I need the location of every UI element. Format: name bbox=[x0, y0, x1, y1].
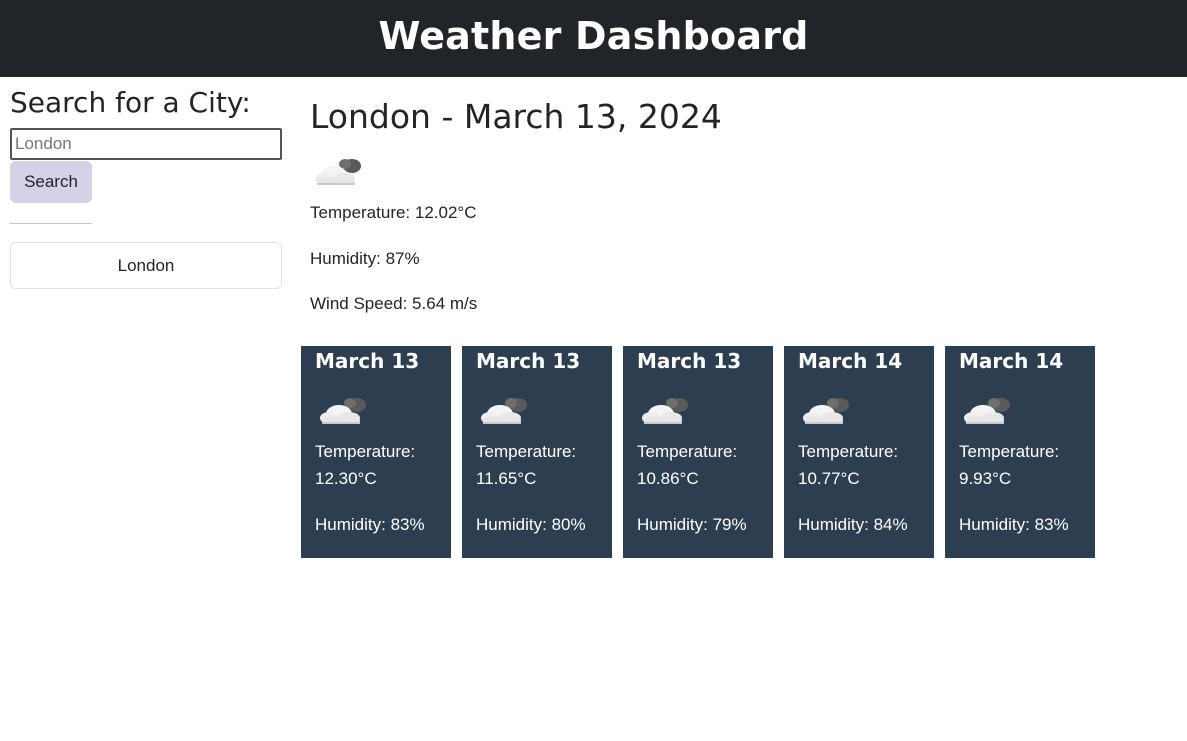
page-title: Weather Dashboard bbox=[378, 13, 809, 58]
current-weather-title: London - March 13, 2024 bbox=[310, 97, 722, 136]
forecast-temperature-label: Temperature: bbox=[315, 442, 416, 461]
cloud-icon bbox=[642, 398, 688, 424]
forecast-date: March 14 bbox=[798, 349, 903, 373]
forecast-date: March 13 bbox=[637, 349, 742, 373]
cloud-icon bbox=[964, 398, 1010, 424]
forecast-humidity: Humidity: 83% bbox=[959, 515, 1069, 534]
cloud-icon bbox=[481, 398, 527, 424]
app-header: Weather Dashboard bbox=[0, 0, 1187, 77]
forecast-temperature-value: 11.65°C bbox=[476, 469, 537, 488]
cloud-icon bbox=[315, 159, 361, 185]
forecast-card: March 13 Temperature: 12.30°C Humidity: … bbox=[301, 346, 451, 558]
forecast-humidity: Humidity: 84% bbox=[798, 515, 908, 534]
forecast-humidity: Humidity: 83% bbox=[315, 515, 425, 534]
forecast-temperature-value: 12.30°C bbox=[315, 469, 377, 488]
search-heading: Search for a City: bbox=[10, 86, 251, 119]
search-button[interactable]: Search bbox=[10, 161, 92, 203]
current-wind-speed: Wind Speed: 5.64 m/s bbox=[310, 294, 478, 313]
forecast-temperature-value: 10.77°C bbox=[798, 469, 860, 488]
forecast-card: March 13 Temperature: 10.86°C Humidity: … bbox=[623, 346, 773, 558]
forecast-temperature-value: 9.93°C bbox=[959, 469, 1012, 488]
forecast-date: March 14 bbox=[959, 349, 1064, 373]
sidebar-divider bbox=[10, 223, 92, 224]
forecast-card: March 13 Temperature: 11.65°C Humidity: … bbox=[462, 346, 612, 558]
current-humidity: Humidity: 87% bbox=[310, 249, 420, 268]
forecast-temperature-label: Temperature: bbox=[476, 442, 577, 461]
current-temperature: Temperature: 12.02°C bbox=[310, 203, 477, 222]
forecast-date: March 13 bbox=[476, 349, 581, 373]
forecast-humidity: Humidity: 79% bbox=[637, 515, 747, 534]
forecast-temperature-label: Temperature: bbox=[959, 442, 1060, 461]
forecast-row: March 13 Temperature: 12.30°C Humidity: … bbox=[301, 346, 1095, 558]
cloud-icon bbox=[320, 398, 366, 424]
forecast-temperature-label: Temperature: bbox=[798, 442, 899, 461]
search-sidebar: Search for a City: Search London bbox=[10, 87, 282, 289]
forecast-date: March 13 bbox=[315, 349, 420, 373]
forecast-temperature-value: 10.86°C bbox=[637, 469, 699, 488]
forecast-temperature-label: Temperature: bbox=[637, 442, 738, 461]
forecast-card: March 14 Temperature: 10.77°C Humidity: … bbox=[784, 346, 934, 558]
forecast-card: March 14 Temperature: 9.93°C Humidity: 8… bbox=[945, 346, 1095, 558]
current-weather: London - March 13, 2024 Temperature: 12.… bbox=[310, 96, 722, 314]
cloud-icon bbox=[803, 398, 849, 424]
history-item-london[interactable]: London bbox=[10, 242, 282, 289]
city-search-input[interactable] bbox=[10, 128, 282, 160]
forecast-humidity: Humidity: 80% bbox=[476, 515, 586, 534]
